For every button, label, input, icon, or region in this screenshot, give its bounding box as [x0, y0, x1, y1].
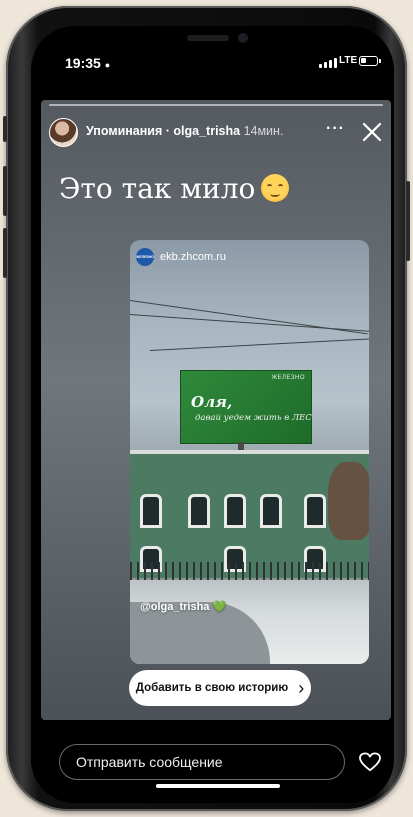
status-bar: 19:35 ● LTE — [31, 26, 394, 71]
add-to-story-button[interactable]: Добавить в свою историю › — [129, 670, 311, 706]
green-heart-icon: 💚 — [212, 601, 227, 613]
billboard-brand: ЖЕЛЕЗНО — [271, 375, 305, 381]
power-button — [406, 181, 410, 261]
volume-down-button — [3, 228, 7, 278]
tree — [328, 462, 369, 540]
mention-tag[interactable]: @olga_trisha 💚 — [140, 600, 226, 613]
story-header: Упоминания · olga_trisha 14мин. ··· — [41, 112, 391, 152]
more-icon[interactable]: ··· — [326, 120, 345, 138]
site-logo: ЖЕЛЕЗНО — [136, 248, 154, 266]
story-time: 14мин. — [243, 124, 284, 138]
silent-switch — [3, 116, 7, 142]
post-source: ЖЕЛЕЗНО ekb.zhcom.ru — [136, 248, 226, 266]
window — [188, 494, 210, 528]
person-icon: ● — [104, 60, 111, 70]
close-icon[interactable] — [361, 121, 383, 143]
story-progress-bar — [49, 104, 383, 106]
chevron-right-icon: › — [298, 678, 305, 698]
send-message-input[interactable] — [59, 744, 345, 780]
battery-tip — [379, 59, 381, 63]
avatar[interactable] — [49, 118, 78, 147]
battery-icon — [359, 56, 378, 66]
heart-icon[interactable] — [359, 752, 381, 772]
add-to-story-label: Добавить в свою историю — [135, 682, 289, 694]
shared-post[interactable]: ЖЕЛЕЗНО ekb.zhcom.ru ЖЕЛЕЗНО Оля, давай … — [130, 240, 369, 664]
phone-frame: 19:35 ● LTE Упоминания · olga_trisha 14м… — [3, 6, 410, 811]
status-time: 19:35 ● — [65, 55, 110, 71]
smiling-face-icon — [261, 174, 290, 202]
volume-up-button — [3, 166, 7, 216]
window — [224, 494, 246, 528]
story-view[interactable]: Упоминания · olga_trisha 14мин. ··· Это … — [41, 100, 391, 720]
status-time-label: 19:35 — [65, 55, 101, 71]
network-label: LTE — [339, 55, 358, 66]
billboard-line1: Оля, — [191, 393, 233, 411]
reply-bar — [31, 722, 394, 803]
signal-icon — [319, 58, 337, 68]
fence — [130, 562, 369, 580]
story-header-text: Упоминания · olga_trisha 14мин. — [86, 124, 283, 138]
site-name: ekb.zhcom.ru — [160, 251, 227, 263]
window — [260, 494, 282, 528]
billboard: ЖЕЛЕЗНО Оля, давай уедем жить в ЛЕС — [180, 370, 312, 444]
screen: 19:35 ● LTE Упоминания · olga_trisha 14м… — [31, 26, 394, 803]
billboard-line2: давай уедем жить в ЛЕС — [195, 413, 312, 423]
story-title[interactable]: Упоминания · olga_trisha — [86, 124, 240, 138]
story-caption: Это так мило — [59, 172, 290, 205]
window — [304, 494, 326, 528]
home-indicator[interactable] — [156, 784, 280, 788]
power-line — [149, 338, 369, 351]
window — [140, 494, 162, 528]
caption-text: Это так мило — [59, 172, 256, 205]
mention-username[interactable]: @olga_trisha — [140, 601, 209, 613]
